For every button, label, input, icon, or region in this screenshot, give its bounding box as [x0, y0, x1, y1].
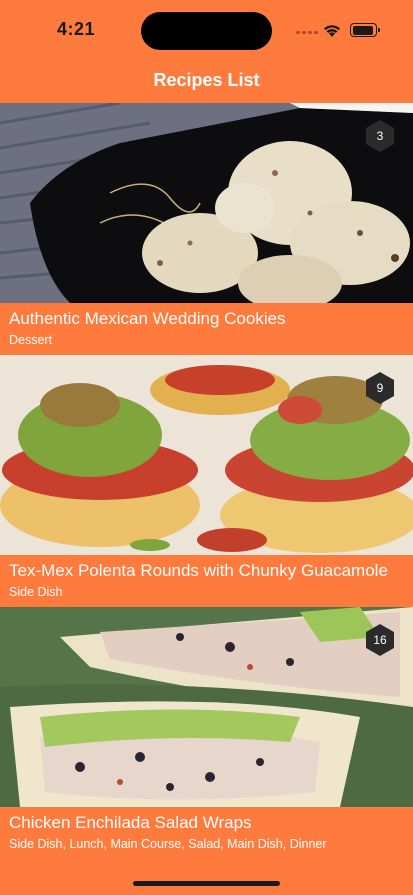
page-title: Recipes List: [153, 70, 260, 90]
count-badge-value: 16: [373, 633, 387, 647]
recipe-title: Tex-Mex Polenta Rounds with Chunky Guaca…: [9, 561, 388, 580]
home-indicator[interactable]: [133, 881, 280, 886]
recipe-image: 9: [0, 355, 413, 555]
recipe-title: Authentic Mexican Wedding Cookies: [9, 309, 286, 328]
recipe-count-badge: 3: [363, 119, 397, 153]
recipe-card[interactable]: 3 Authentic Mexican Wedding Cookies Dess…: [0, 103, 413, 355]
recipe-title: Chicken Enchilada Salad Wraps: [9, 813, 252, 832]
count-badge-value: 3: [376, 129, 384, 143]
status-time: 4:21: [57, 19, 96, 39]
cellular-signal-icon: [296, 28, 318, 34]
recipe-count-badge: 9: [363, 371, 397, 405]
recipe-categories: Side Dish, Lunch, Main Course, Salad, Ma…: [9, 837, 327, 851]
recipe-count-badge: 16: [363, 623, 397, 657]
recipe-card[interactable]: 16 Chicken Enchilada Salad Wraps Side Di…: [0, 607, 413, 859]
recipe-categories: Dessert: [9, 333, 53, 347]
status-bar: 4:21: [0, 0, 413, 60]
count-badge-value: 9: [376, 381, 384, 395]
recipe-image: 16: [0, 607, 413, 807]
recipe-categories: Side Dish: [9, 585, 63, 599]
battery-icon: [350, 23, 380, 37]
navigation-bar: Recipes List: [0, 60, 413, 103]
recipe-image: 3: [0, 103, 413, 303]
dynamic-island: [141, 12, 272, 50]
wifi-icon: [322, 22, 342, 38]
recipe-card[interactable]: 9 Tex-Mex Polenta Rounds with Chunky Gua…: [0, 355, 413, 607]
